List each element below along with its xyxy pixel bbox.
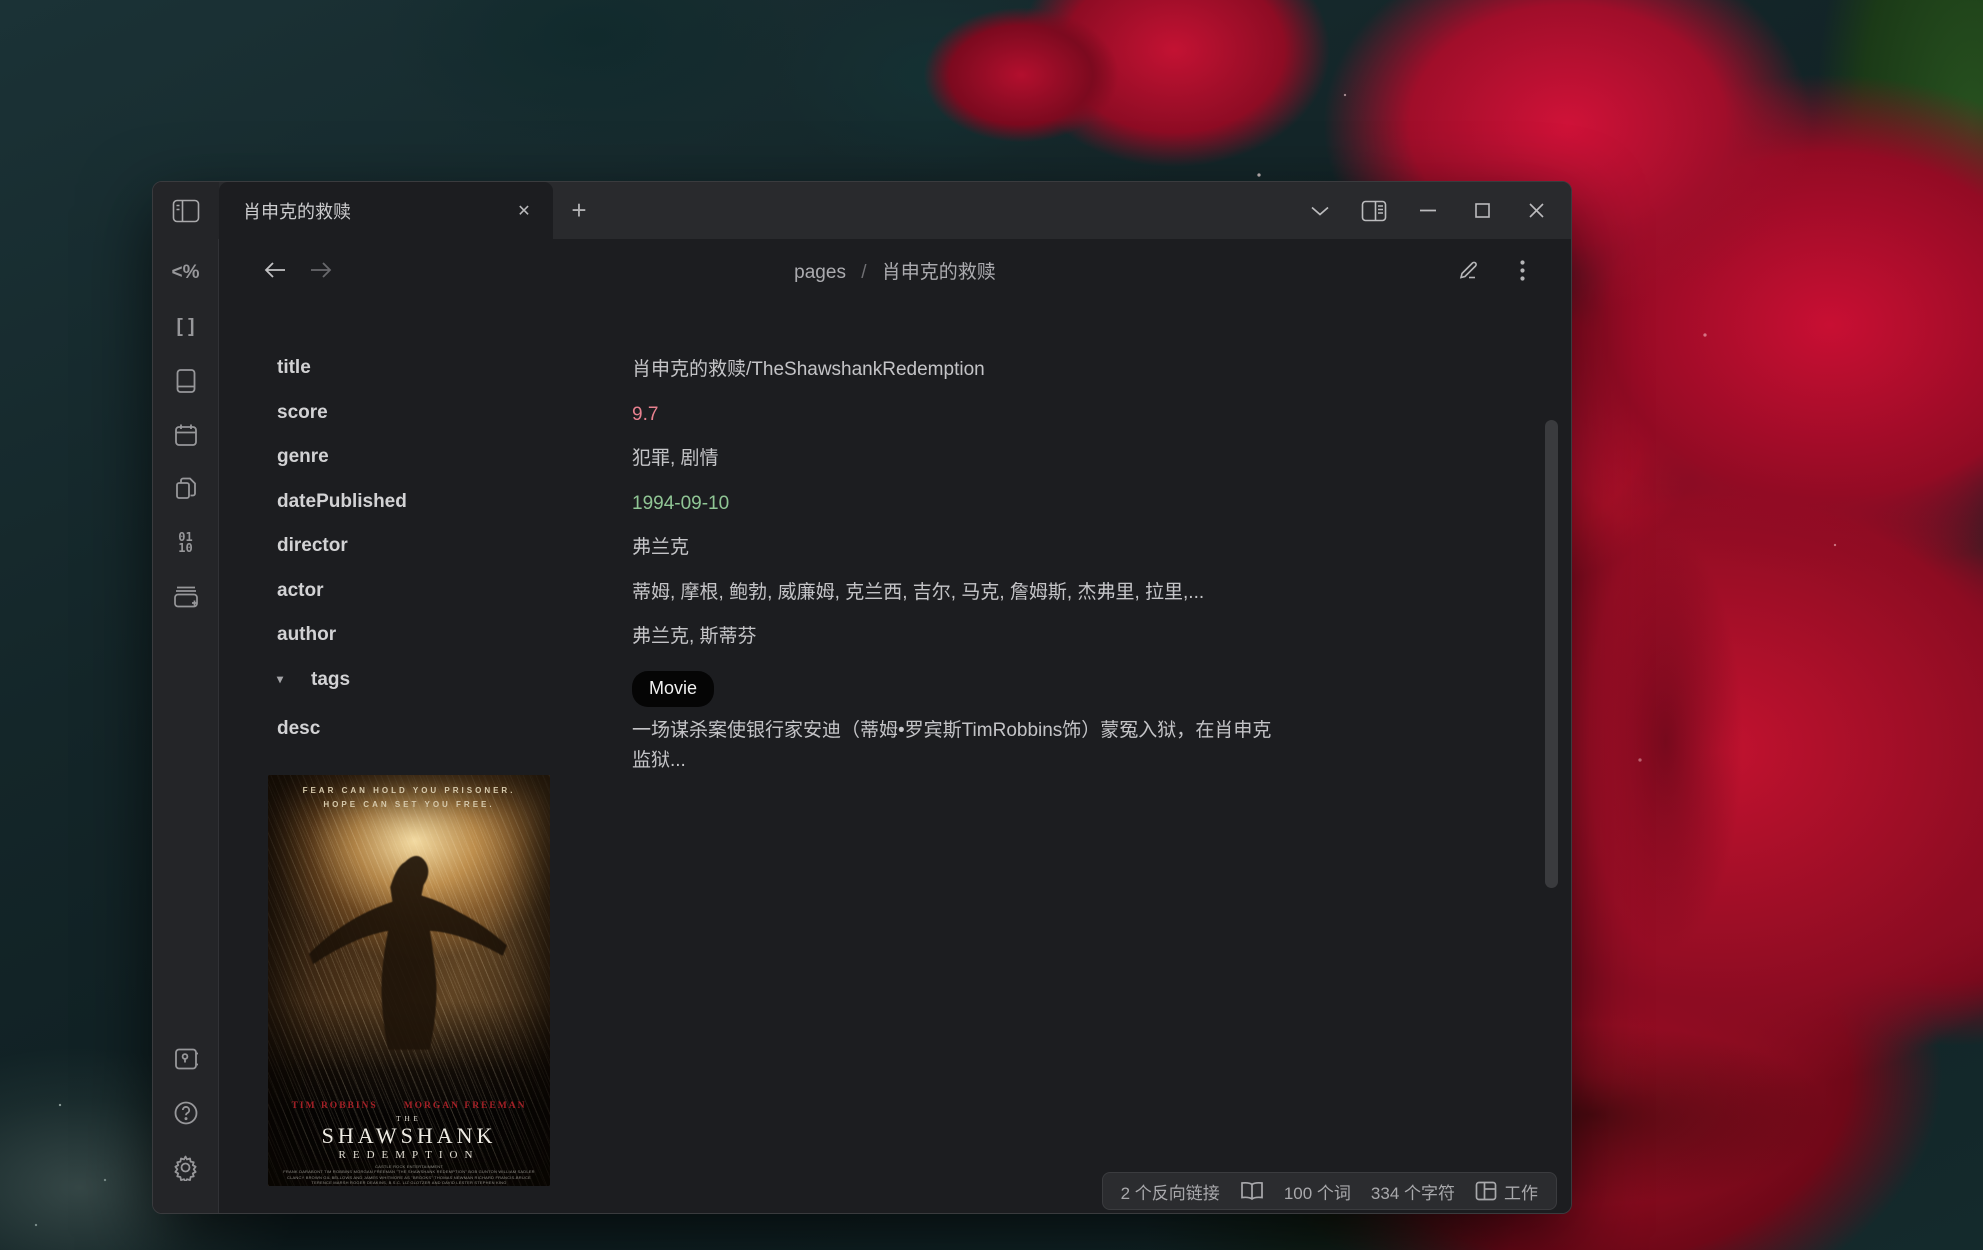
attr-key: title (219, 346, 632, 391)
attr-row-director[interactable]: director 弗兰克 (219, 524, 1571, 569)
breadcrumb-separator: / (861, 262, 866, 283)
breadcrumb-current[interactable]: 肖申克的救赎 (882, 262, 996, 283)
edit-mode-button[interactable] (1453, 253, 1487, 287)
attr-row-datePublished[interactable]: datePublished 1994-09-10 (219, 480, 1571, 525)
poster-title-main: SHAWSHANK (268, 1123, 550, 1149)
tab-close-icon[interactable]: ✕ (509, 196, 539, 226)
attr-key: score (219, 391, 632, 436)
document-toolbar: pages / 肖申克的救赎 (219, 239, 1571, 301)
attribute-table: title 肖申克的救赎/TheShawshankRedemption scor… (219, 346, 1571, 776)
attr-key: desc (219, 707, 632, 752)
attr-value[interactable]: 弗兰克 (632, 524, 689, 563)
attr-key: director (219, 524, 632, 569)
backlinks-count[interactable]: 2 个反向链接 (1121, 1179, 1220, 1204)
attr-value[interactable]: 弗兰克, 斯蒂芬 (632, 613, 757, 652)
poster-actor-names: TIM ROBBINS MORGAN FREEMAN (268, 1101, 550, 1111)
bookmark-icon[interactable] (166, 361, 206, 401)
binary-flashcard-icon[interactable]: 01 10 (166, 523, 206, 563)
scrollbar-thumb[interactable] (1545, 420, 1558, 888)
copy-pages-icon[interactable] (166, 469, 206, 509)
movie-poster-image[interactable]: FEAR CAN HOLD YOU PRISONER. HOPE CAN SET… (268, 775, 550, 1186)
close-icon (1529, 203, 1544, 218)
attr-key: actor (219, 569, 632, 614)
attr-value[interactable]: 1994-09-10 (632, 480, 729, 519)
attr-row-tags[interactable]: ▾ tags Movie (219, 658, 1571, 707)
attr-key: ▾ tags (219, 658, 632, 703)
add-to-deck-icon[interactable] (166, 577, 206, 617)
forward-button[interactable] (305, 254, 337, 286)
tag-movie[interactable]: Movie (632, 671, 714, 707)
maximize-icon (1475, 203, 1490, 218)
workspace-name: 工作 (1504, 1179, 1538, 1204)
new-tab-button[interactable]: + (553, 182, 605, 239)
help-icon[interactable] (166, 1093, 206, 1133)
attr-row-desc[interactable]: desc 一场谋杀案使银行家安迪（蒂姆•罗宾斯TimRobbins饰）蒙冤入狱，… (219, 707, 1571, 776)
poster-tagline: FEAR CAN HOLD YOU PRISONER. HOPE CAN SET… (268, 784, 550, 812)
window-controls (1293, 182, 1571, 239)
attr-row-actor[interactable]: actor 蒂姆, 摩根, 鲍勃, 威廉姆, 克兰西, 吉尔, 马克, 詹姆斯,… (219, 569, 1571, 614)
tab-title: 肖申克的救赎 (243, 198, 509, 224)
attr-row-score[interactable]: score 9.7 (219, 391, 1571, 436)
attr-key: genre (219, 435, 632, 480)
attr-value[interactable]: 肖申克的救赎/TheShawshankRedemption (632, 346, 985, 385)
attr-value[interactable]: 犯罪, 剧情 (632, 435, 719, 474)
poster-title-the: THE (268, 1115, 550, 1123)
dock-toggle-button[interactable] (153, 182, 219, 239)
attr-value[interactable]: 一场谋杀案使银行家安迪（蒂姆•罗宾斯TimRobbins饰）蒙冤入狱，在肖申克监… (632, 707, 1282, 776)
attr-key-label: tags (311, 669, 350, 691)
reading-mode-button[interactable] (1240, 1181, 1264, 1201)
collapse-arrow-icon[interactable]: ▾ (277, 672, 283, 686)
attr-row-title[interactable]: title 肖申克的救赎/TheShawshankRedemption (219, 346, 1571, 391)
char-count: 334 个字符 (1371, 1179, 1455, 1204)
open-book-icon (1240, 1181, 1264, 1201)
word-count: 100 个词 (1284, 1179, 1351, 1204)
attr-value[interactable]: 蒂姆, 摩根, 鲍勃, 威廉姆, 克兰西, 吉尔, 马克, 詹姆斯, 杰弗里, … (632, 569, 1204, 608)
workspace-switcher[interactable]: 工作 (1475, 1179, 1538, 1204)
breadcrumb: pages / 肖申克的救赎 (219, 257, 1571, 284)
toggle-right-panel-button[interactable] (1347, 182, 1401, 239)
attr-row-genre[interactable]: genre 犯罪, 剧情 (219, 435, 1571, 480)
widget-icon[interactable]: [ ] (166, 307, 206, 347)
titlebar: 肖申克的救赎 ✕ + (153, 182, 1571, 239)
poster-title-sub: REDEMPTION (268, 1149, 550, 1161)
maximize-button[interactable] (1455, 182, 1509, 239)
lock-safe-icon[interactable] (166, 1039, 206, 1079)
minimize-icon (1420, 209, 1436, 212)
tab-shawshank[interactable]: 肖申克的救赎 ✕ (219, 182, 553, 239)
pencil-icon (1459, 260, 1481, 280)
app-window: 肖申克的救赎 ✕ + (152, 181, 1572, 1214)
template-icon[interactable]: <% (166, 253, 206, 293)
more-options-button[interactable] (1505, 253, 1539, 287)
close-window-button[interactable] (1509, 182, 1563, 239)
status-bar: 2 个反向链接 100 个词 334 个字符 工作 (1102, 1172, 1557, 1210)
settings-gear-icon[interactable] (166, 1147, 206, 1187)
kebab-menu-icon (1520, 260, 1525, 281)
back-button[interactable] (259, 254, 291, 286)
attr-key: datePublished (219, 480, 632, 525)
attr-row-author[interactable]: author 弗兰克, 斯蒂芬 (219, 613, 1571, 658)
attr-value[interactable]: 9.7 (632, 391, 658, 430)
poster-credits: CASTLE ROCK ENTERTAINMENT FRANK DARABONT… (268, 1164, 550, 1186)
minimize-button[interactable] (1401, 182, 1455, 239)
panel-left-icon (172, 199, 200, 223)
editor-pane: pages / 肖申克的救赎 (219, 239, 1571, 1213)
tab-menu-chevron-button[interactable] (1293, 182, 1347, 239)
calendar-icon[interactable] (166, 415, 206, 455)
titlebar-drag-area[interactable] (605, 182, 1293, 239)
workspace-layout-icon (1475, 1181, 1497, 1201)
panel-right-icon (1361, 200, 1387, 222)
chevron-down-icon (1311, 206, 1329, 216)
attr-key: author (219, 613, 632, 658)
left-dock: <% [ ] 01 10 (153, 239, 219, 1213)
binary-bottom: 10 (178, 543, 192, 554)
breadcrumb-parent[interactable]: pages (794, 262, 846, 283)
